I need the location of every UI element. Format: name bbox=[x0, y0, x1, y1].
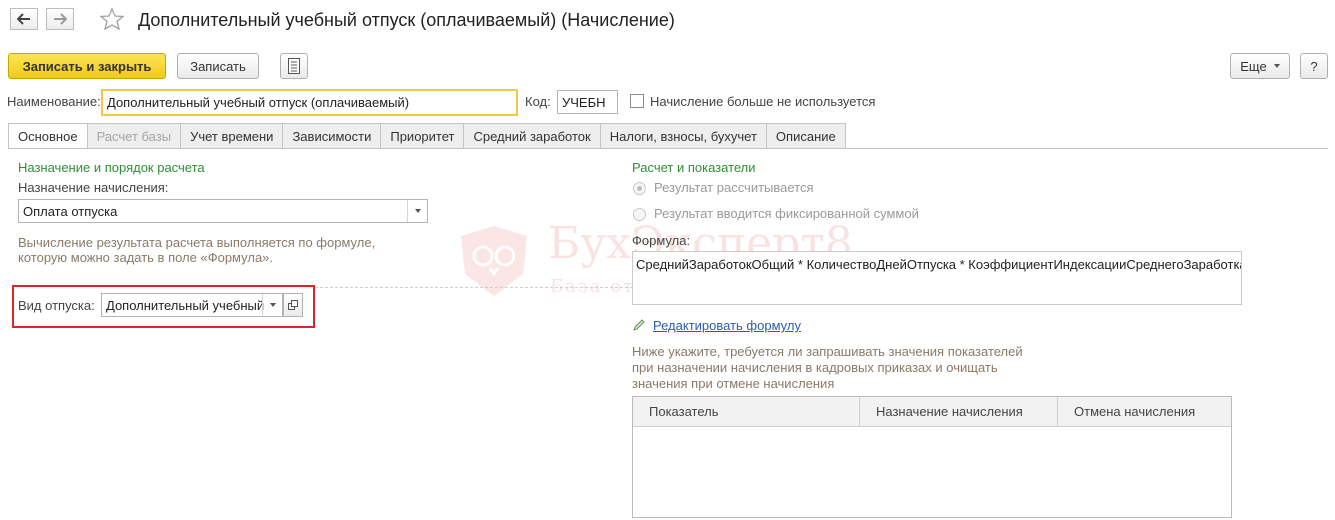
more-menu-button[interactable]: Еще bbox=[1230, 53, 1290, 79]
help-button[interactable]: ? bbox=[1300, 53, 1328, 79]
column-header-assignment[interactable]: Назначение начисления bbox=[860, 397, 1058, 426]
window-title: Дополнительный учебный отпуск (оплачивае… bbox=[138, 10, 675, 30]
purpose-select-value: Оплата отпуска bbox=[23, 203, 118, 219]
vacation-kind-value: Дополнительный учебный bbox=[106, 297, 265, 313]
owl-shield-logo bbox=[455, 222, 533, 303]
back-button[interactable] bbox=[10, 8, 38, 30]
tab-time-accounting[interactable]: Учет времени bbox=[181, 123, 284, 149]
tab-base-calculation[interactable]: Расчет базы bbox=[87, 123, 182, 149]
star-icon bbox=[99, 7, 125, 31]
forward-button[interactable] bbox=[46, 8, 74, 30]
document-list-icon bbox=[288, 58, 300, 74]
tab-dependencies[interactable]: Зависимости bbox=[283, 123, 382, 149]
chevron-down-icon bbox=[1273, 64, 1280, 68]
tab-average-earnings[interactable]: Средний заработок bbox=[464, 123, 601, 149]
unused-checkbox[interactable] bbox=[630, 94, 644, 108]
vacation-kind-select[interactable]: Дополнительный учебный bbox=[101, 293, 283, 317]
favorite-star-button[interactable] bbox=[99, 7, 125, 33]
chevron-down-icon[interactable] bbox=[262, 294, 282, 316]
column-header-indicator[interactable]: Показатель bbox=[633, 397, 860, 426]
indicators-table[interactable]: Показатель Назначение начисления Отмена … bbox=[632, 396, 1232, 518]
arrow-left-icon bbox=[17, 13, 30, 25]
tab-taxes[interactable]: Налоги, взносы, бухучет bbox=[600, 123, 767, 149]
indicators-hint-line3: значения при отмене начисления bbox=[632, 376, 835, 391]
column-header-cancellation[interactable]: Отмена начисления bbox=[1058, 397, 1231, 426]
radio-calculated[interactable] bbox=[633, 182, 646, 195]
tab-priority[interactable]: Приоритет bbox=[381, 123, 465, 149]
formula-label: Формула: bbox=[632, 233, 691, 248]
open-window-icon bbox=[288, 300, 298, 310]
indicators-hint-line1: Ниже укажите, требуется ли запрашивать з… bbox=[632, 344, 1023, 359]
name-input[interactable]: Дополнительный учебный отпуск (оплачивае… bbox=[101, 89, 518, 116]
pencil-icon bbox=[632, 318, 646, 335]
code-label: Код: bbox=[525, 94, 551, 109]
unused-checkbox-label: Начисление больше не используется bbox=[650, 94, 876, 109]
save-and-close-button[interactable]: Записать и закрыть bbox=[8, 53, 166, 79]
save-button[interactable]: Записать bbox=[177, 53, 259, 79]
formula-hint-line2: которую можно задать в поле «Формула». bbox=[18, 250, 274, 265]
code-input[interactable]: УЧЕБН bbox=[557, 90, 618, 114]
purpose-label: Назначение начисления: bbox=[18, 180, 169, 195]
radio-fixed-label: Результат вводится фиксированной суммой bbox=[654, 206, 919, 221]
tab-bar: Основное Расчет базы Учет времени Зависи… bbox=[8, 123, 846, 149]
formula-hint-line1: Вычисление результата расчета выполняетс… bbox=[18, 235, 376, 250]
more-menu-label: Еще bbox=[1240, 58, 1267, 74]
indicators-hint-line2: при назначении начисления в кадровых при… bbox=[632, 360, 998, 375]
chevron-down-icon[interactable] bbox=[407, 200, 427, 222]
edit-formula-link[interactable]: Редактировать формулу bbox=[653, 318, 801, 333]
radio-calculated-label: Результат рассчитывается bbox=[654, 180, 814, 195]
table-header: Показатель Назначение начисления Отмена … bbox=[633, 397, 1231, 427]
arrow-right-icon bbox=[54, 13, 67, 25]
tab-description[interactable]: Описание bbox=[766, 123, 846, 149]
name-label: Наименование: bbox=[7, 94, 101, 109]
radio-fixed[interactable] bbox=[633, 208, 646, 221]
vacation-kind-label: Вид отпуска: bbox=[18, 298, 95, 313]
left-section-title: Назначение и порядок расчета bbox=[18, 160, 205, 175]
purpose-select[interactable]: Оплата отпуска bbox=[18, 199, 428, 223]
right-section-title: Расчет и показатели bbox=[632, 160, 756, 175]
formula-field[interactable]: СреднийЗаработокОбщий * КоличествоДнейОт… bbox=[632, 251, 1242, 305]
divider bbox=[315, 287, 633, 288]
open-button[interactable] bbox=[283, 293, 303, 317]
tab-main[interactable]: Основное bbox=[8, 123, 88, 149]
document-list-button[interactable] bbox=[280, 53, 308, 79]
